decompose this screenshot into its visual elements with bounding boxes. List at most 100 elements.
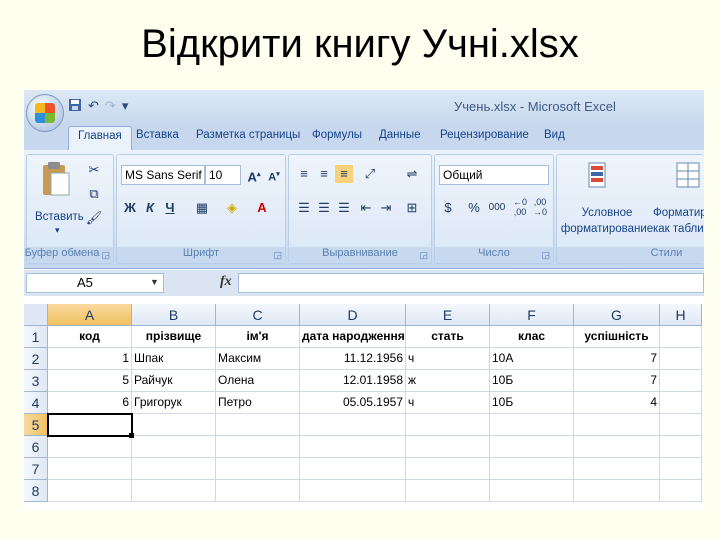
cell-a6[interactable] [48, 436, 132, 458]
decrease-decimal-icon[interactable]: ,00 →0 [531, 197, 549, 217]
cell-d1[interactable]: дата народження [300, 326, 406, 348]
cell-c6[interactable] [216, 436, 300, 458]
cell-g6[interactable] [574, 436, 660, 458]
copy-icon[interactable]: ⧉ [85, 185, 103, 203]
cell-e6[interactable] [406, 436, 490, 458]
row-header-2[interactable]: 2 [24, 348, 48, 370]
paste-icon[interactable] [41, 161, 71, 207]
cell-c2[interactable]: Максим [216, 348, 300, 370]
cell-c4[interactable]: Петро [216, 392, 300, 414]
thousands-button[interactable]: 000 [485, 199, 509, 217]
cell-c3[interactable]: Олена [216, 370, 300, 392]
cell-b5[interactable] [132, 414, 216, 436]
cell-c1[interactable]: ім'я [216, 326, 300, 348]
tab-data[interactable]: Данные [379, 129, 421, 141]
bold-button[interactable]: Ж [121, 199, 139, 217]
cut-icon[interactable]: ✂ [85, 161, 103, 179]
orientation-icon[interactable]: ⤢ [361, 165, 379, 183]
grow-font-icon[interactable]: A▴ [245, 166, 263, 184]
font-launcher-icon[interactable]: ◲ [273, 250, 282, 261]
font-size-select[interactable]: 10 [205, 165, 241, 185]
align-top-icon[interactable]: ≡ [295, 165, 313, 183]
cell-h8[interactable] [660, 480, 702, 502]
cell-d3[interactable]: 12.01.1958 [300, 370, 406, 392]
column-header-e[interactable]: E [406, 304, 490, 326]
cell-h3[interactable] [660, 370, 702, 392]
fill-color-icon[interactable]: ◈ [223, 199, 241, 217]
borders-icon[interactable]: ▦ [193, 199, 211, 217]
cell-a2[interactable]: 1 [48, 348, 132, 370]
undo-icon[interactable]: ↶ [88, 98, 99, 115]
cell-f1[interactable]: клас [490, 326, 574, 348]
cell-f5[interactable] [490, 414, 574, 436]
row-header-7[interactable]: 7 [24, 458, 48, 480]
row-header-8[interactable]: 8 [24, 480, 48, 502]
cell-d6[interactable] [300, 436, 406, 458]
align-right-icon[interactable]: ☰ [335, 199, 353, 217]
fill-handle[interactable] [129, 433, 134, 438]
tab-insert[interactable]: Вставка [136, 129, 179, 141]
align-bottom-icon[interactable]: ≡ [335, 165, 353, 183]
alignment-launcher-icon[interactable]: ◲ [419, 250, 428, 261]
column-header-f[interactable]: F [490, 304, 574, 326]
cell-g7[interactable] [574, 458, 660, 480]
name-box-dropdown-icon[interactable]: ▼ [150, 277, 159, 287]
format-as-table-button[interactable]: Форматир как табли [653, 205, 704, 237]
cell-b4[interactable]: Григорук [132, 392, 216, 414]
row-header-3[interactable]: 3 [24, 370, 48, 392]
cell-h4[interactable] [660, 392, 702, 414]
cell-e4[interactable]: ч [406, 392, 490, 414]
redo-icon[interactable]: ↷ [105, 98, 116, 115]
column-header-h[interactable]: H [660, 304, 702, 326]
cell-a1[interactable]: код [48, 326, 132, 348]
cell-h2[interactable] [660, 348, 702, 370]
conditional-formatting-button[interactable]: Условное форматирование [557, 205, 657, 237]
align-middle-icon[interactable]: ≡ [315, 165, 333, 183]
cell-e3[interactable]: ж [406, 370, 490, 392]
cell-a4[interactable]: 6 [48, 392, 132, 414]
cell-c8[interactable] [216, 480, 300, 502]
font-color-icon[interactable]: A [253, 199, 271, 217]
cell-g2[interactable]: 7 [574, 348, 660, 370]
cell-f7[interactable] [490, 458, 574, 480]
cell-g1[interactable]: успішність [574, 326, 660, 348]
number-format-select[interactable]: Общий [439, 165, 549, 185]
cell-d2[interactable]: 11.12.1956 [300, 348, 406, 370]
currency-icon[interactable]: $ [439, 199, 457, 217]
cell-a5[interactable] [48, 414, 132, 436]
cell-g3[interactable]: 7 [574, 370, 660, 392]
row-header-4[interactable]: 4 [24, 392, 48, 414]
align-left-icon[interactable]: ☰ [295, 199, 313, 217]
decrease-indent-icon[interactable]: ⇤ [357, 199, 375, 217]
cell-b2[interactable]: Шпак [132, 348, 216, 370]
cell-a8[interactable] [48, 480, 132, 502]
cell-b7[interactable] [132, 458, 216, 480]
cell-b8[interactable] [132, 480, 216, 502]
shrink-font-icon[interactable]: A▾ [265, 166, 283, 184]
cell-f3[interactable]: 10Б [490, 370, 574, 392]
cell-c5[interactable] [216, 414, 300, 436]
cell-g4[interactable]: 4 [574, 392, 660, 414]
select-all-corner[interactable] [24, 304, 48, 326]
italic-button[interactable]: К [141, 199, 159, 217]
cell-e7[interactable] [406, 458, 490, 480]
row-header-5[interactable]: 5 [24, 414, 48, 436]
cell-f6[interactable] [490, 436, 574, 458]
column-header-g[interactable]: G [574, 304, 660, 326]
cell-a3[interactable]: 5 [48, 370, 132, 392]
cell-h6[interactable] [660, 436, 702, 458]
cell-d5[interactable] [300, 414, 406, 436]
align-center-icon[interactable]: ☰ [315, 199, 333, 217]
cell-b3[interactable]: Райчук [132, 370, 216, 392]
cell-h7[interactable] [660, 458, 702, 480]
cell-e8[interactable] [406, 480, 490, 502]
paste-dropdown-icon[interactable]: ▾ [55, 225, 60, 236]
row-header-1[interactable]: 1 [24, 326, 48, 348]
cell-b1[interactable]: прізвище [132, 326, 216, 348]
tab-formulas[interactable]: Формулы [312, 129, 362, 141]
cell-d8[interactable] [300, 480, 406, 502]
cell-g8[interactable] [574, 480, 660, 502]
cell-h5[interactable] [660, 414, 702, 436]
save-icon[interactable] [68, 98, 82, 115]
office-button[interactable] [26, 94, 64, 132]
